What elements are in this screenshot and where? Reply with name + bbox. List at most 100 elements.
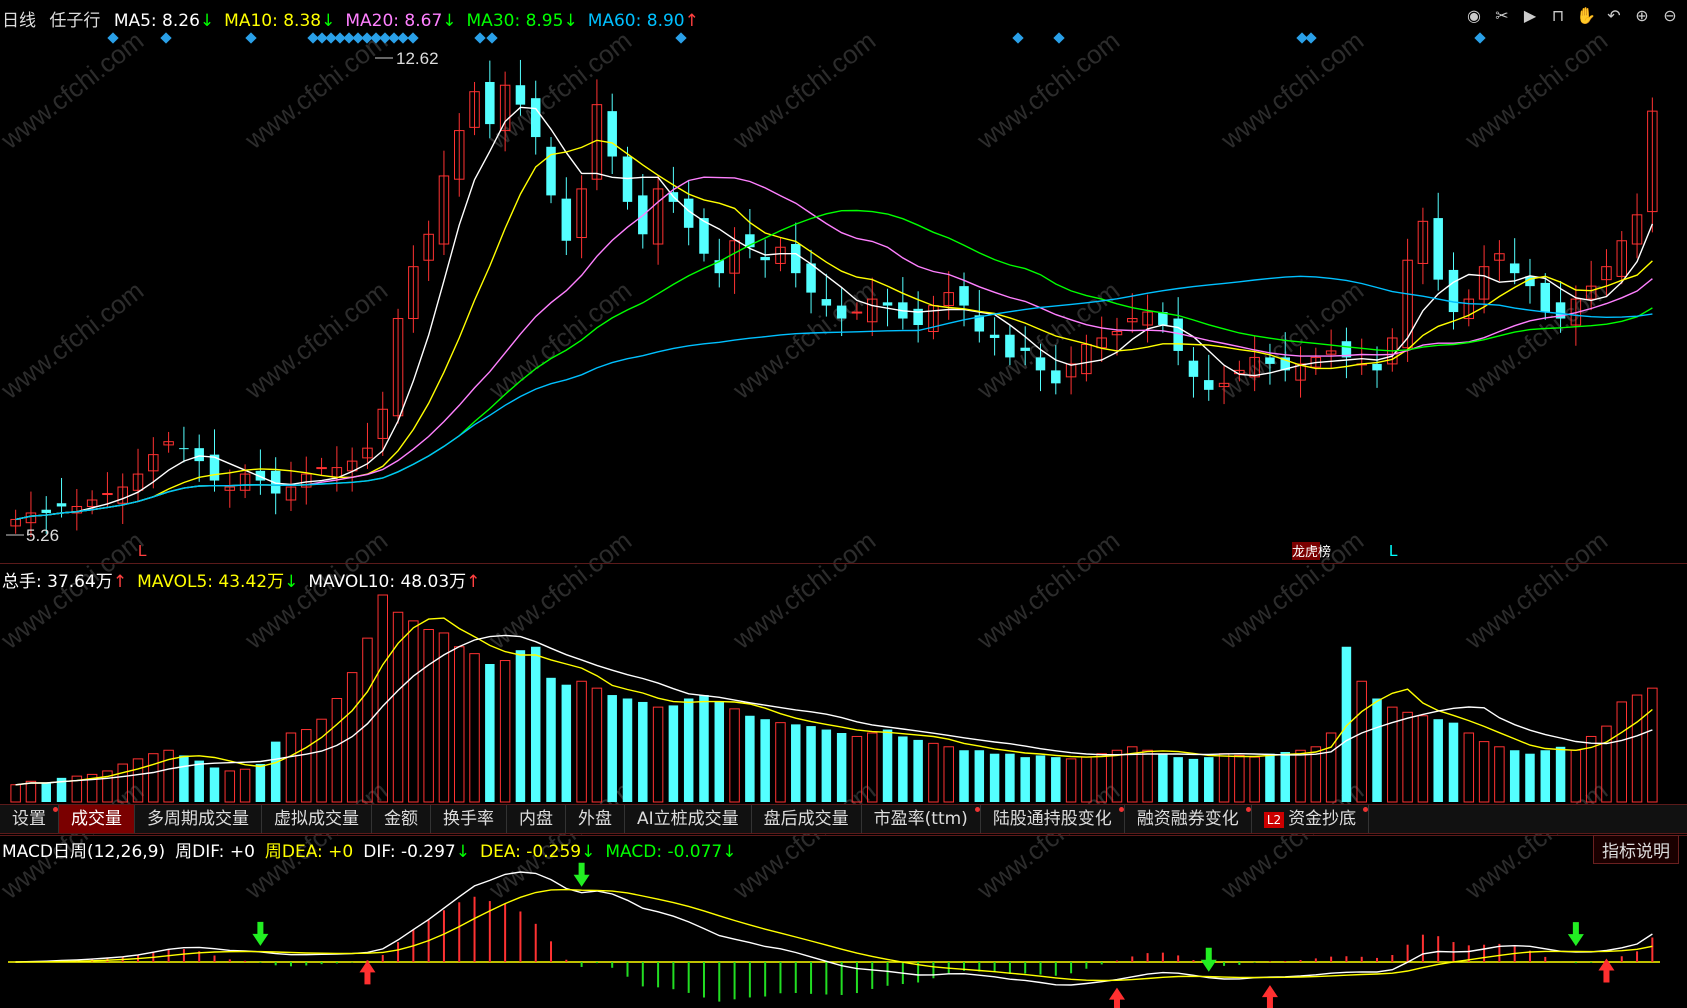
volume-bar xyxy=(255,764,266,802)
volume-bar xyxy=(1188,758,1199,802)
watermark-text: www.cfchi.com xyxy=(726,525,881,655)
volume-bar xyxy=(775,722,786,803)
watermark-text: www.cfchi.com xyxy=(482,275,637,405)
volume-bar xyxy=(714,701,725,802)
volume-bar xyxy=(638,701,648,802)
tab-11[interactable]: 陆股通持股变化 xyxy=(981,805,1125,833)
volume-bar xyxy=(1509,750,1520,802)
candle-body xyxy=(1265,357,1275,364)
volume-bar xyxy=(194,760,204,802)
ma-line-ma20 xyxy=(15,176,1653,521)
tab-label: 虚拟成交量 xyxy=(274,809,359,829)
candle-body xyxy=(1188,360,1199,377)
candle-body xyxy=(851,311,863,314)
tab-0[interactable]: 设置 xyxy=(0,805,59,833)
play-icon[interactable]: ▶ xyxy=(1519,5,1541,27)
volume-bar xyxy=(760,719,770,802)
volume-bar xyxy=(791,724,801,802)
tab-dot-icon xyxy=(1118,807,1124,812)
eye-icon[interactable]: ◉ xyxy=(1463,5,1485,27)
tab-4[interactable]: 金额 xyxy=(372,805,431,833)
dragon-tiger-tag[interactable]: 龙虎榜 xyxy=(1292,544,1331,560)
volume-header: 总手: 37.64万↑ MAVOL5: 43.42万↓ MAVOL10: 48.03… xyxy=(2,567,490,592)
scissors-icon[interactable]: ✂ xyxy=(1491,5,1513,27)
volume-bar xyxy=(453,646,465,803)
signal-diamond xyxy=(474,32,486,44)
signal-diamond xyxy=(397,32,409,44)
watermark-text: www.cfchi.com xyxy=(238,25,393,155)
volume-bar xyxy=(485,664,495,802)
volume-bar xyxy=(546,677,556,802)
volume-bar xyxy=(607,695,617,802)
buy-arrow-icon xyxy=(359,960,376,985)
candle-body xyxy=(791,244,801,274)
period-label[interactable]: 日线 xyxy=(2,11,36,31)
vol-legend-0: 总手: 37.64万 xyxy=(2,572,113,592)
signal-diamond xyxy=(160,32,172,44)
volume-bar xyxy=(1478,741,1490,803)
zoom-in-icon[interactable]: ⊕ xyxy=(1631,5,1653,27)
volume-bar xyxy=(974,750,985,802)
tab-label: 盘后成交量 xyxy=(763,809,849,829)
candle-body xyxy=(806,263,816,293)
watermark-text: www.cfchi.com xyxy=(238,275,393,405)
ma-legend-3: MA30: 8.95 xyxy=(466,11,564,31)
watermark-text: www.cfchi.com xyxy=(1458,525,1613,655)
sell-arrow-icon xyxy=(1200,947,1217,972)
tab-7[interactable]: 外盘 xyxy=(566,805,625,833)
volume-bar xyxy=(1616,701,1628,803)
volume-bar xyxy=(25,780,37,803)
tab-5[interactable]: 换手率 xyxy=(431,805,507,833)
candle-body xyxy=(179,448,189,450)
tab-2[interactable]: 多周期成交量 xyxy=(135,805,262,833)
signal-diamond xyxy=(1012,32,1024,44)
volume-bar xyxy=(270,741,281,802)
volume-bar xyxy=(1494,746,1505,803)
volume-bar xyxy=(898,736,908,802)
candle-body xyxy=(760,256,770,261)
volume-bar xyxy=(1051,757,1061,802)
volume-bar xyxy=(1280,751,1290,802)
indicator-explain-button[interactable]: 指标说明 xyxy=(1593,835,1679,864)
tab-6[interactable]: 内盘 xyxy=(507,805,566,833)
stock-name: 任子行 xyxy=(49,11,101,31)
macd-legend-3: DIF: -0.297 xyxy=(363,842,456,862)
volume-bar xyxy=(806,726,816,802)
volume-bar xyxy=(1158,753,1168,802)
undo-icon[interactable]: ↶ xyxy=(1603,5,1625,27)
tab-10[interactable]: 市盈率(ttm) xyxy=(862,805,981,833)
volume-bar xyxy=(576,680,587,803)
tab-12[interactable]: 融资融券变化 xyxy=(1125,805,1252,833)
ma-legend-arrow-1: ↓ xyxy=(321,11,336,31)
volume-bar xyxy=(1631,694,1643,803)
lock-icon[interactable]: ⊓ xyxy=(1547,5,1569,27)
volume-bar xyxy=(836,733,847,802)
volume-bar xyxy=(622,698,633,802)
chart-toolbar: ◉ ✂ ▶ ⊓ ✋ ↶ ⊕ ⊖ xyxy=(1463,5,1681,27)
zoom-out-icon[interactable]: ⊖ xyxy=(1659,5,1681,27)
tab-label: 设置 xyxy=(12,809,46,829)
tab-8[interactable]: AI立桩成交量 xyxy=(625,805,752,833)
tab-13[interactable]: L2 资金抄底 xyxy=(1252,805,1370,833)
vol-legend-1: MAVOL5: 43.42万 xyxy=(137,572,285,592)
volume-bar xyxy=(959,750,969,802)
tab-1[interactable]: 成交量 xyxy=(59,805,135,833)
tab-9[interactable]: 盘后成交量 xyxy=(752,805,862,833)
signal-diamond xyxy=(1474,32,1486,44)
vol-legend-arrow-1: ↓ xyxy=(284,572,299,592)
candle-body xyxy=(1020,347,1030,351)
volume-bar xyxy=(1065,758,1077,803)
volume-bar xyxy=(1417,715,1429,803)
volume-bar xyxy=(377,594,389,803)
volume-bar xyxy=(316,718,327,803)
tab-label: 资金抄底 xyxy=(1288,809,1357,829)
buy-arrow-icon xyxy=(1261,985,1278,1008)
hand-icon[interactable]: ✋ xyxy=(1575,5,1597,27)
macd-header: MACD日周(12,26,9) 周DIF: +0 周DEA: +0 DIF: -0.2… xyxy=(2,837,747,862)
l2-badge: L2 xyxy=(1263,812,1285,828)
tab-3[interactable]: 虚拟成交量 xyxy=(262,805,372,833)
volume-bar xyxy=(729,708,740,803)
watermark-text: www.cfchi.com xyxy=(0,275,149,405)
volume-bar xyxy=(438,632,450,803)
candle-body xyxy=(561,198,572,241)
